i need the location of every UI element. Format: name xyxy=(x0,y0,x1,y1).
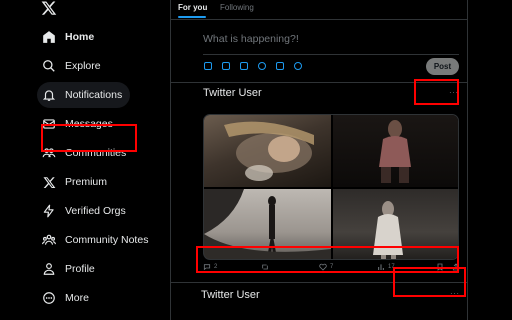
app: Home Explore Notifications Messages Comm xyxy=(0,0,512,320)
highlight-box xyxy=(414,79,459,105)
media-image-1[interactable] xyxy=(204,115,331,187)
x-logo-icon xyxy=(42,175,56,189)
sidebar-item-community-notes[interactable]: Community Notes xyxy=(37,227,156,253)
tweet-username[interactable]: Twitter User xyxy=(201,289,260,301)
emoji-icon[interactable] xyxy=(258,62,266,70)
location-icon[interactable] xyxy=(294,62,302,70)
sidebar-item-label: Community Notes xyxy=(65,234,149,246)
active-tab-indicator xyxy=(178,16,206,18)
sidebar-item-premium[interactable]: Premium xyxy=(37,169,115,195)
tweet-username[interactable]: Twitter User xyxy=(203,87,262,99)
media-image-2[interactable] xyxy=(333,115,458,187)
search-icon xyxy=(42,59,56,73)
column-border-right xyxy=(467,0,468,320)
tab-for-you[interactable]: For you xyxy=(178,3,207,12)
timeline-tabs xyxy=(170,0,468,20)
sidebar-item-label: Premium xyxy=(65,176,108,188)
sidebar-item-home[interactable]: Home xyxy=(37,24,102,50)
sidebar-item-label: Verified Orgs xyxy=(65,205,126,217)
bell-icon xyxy=(42,88,56,102)
more-circle-icon xyxy=(42,291,56,305)
sidebar-item-label: Explore xyxy=(65,60,101,72)
home-icon xyxy=(42,30,56,44)
gif-icon[interactable] xyxy=(222,62,230,70)
composer-divider xyxy=(203,54,459,55)
sidebar-item-explore[interactable]: Explore xyxy=(37,53,109,79)
sidebar-item-notifications[interactable]: Notifications xyxy=(37,82,131,108)
tweet-media-grid[interactable] xyxy=(203,114,459,260)
sidebar-item-more[interactable]: More xyxy=(37,285,97,311)
x-logo-icon[interactable] xyxy=(41,0,57,16)
sidebar: Home Explore Notifications Messages Comm xyxy=(0,0,170,320)
highlight-box xyxy=(41,124,137,152)
sidebar-item-label: Notifications xyxy=(65,89,123,101)
sidebar-item-verified-orgs[interactable]: Verified Orgs xyxy=(37,198,134,224)
community-notes-icon xyxy=(42,233,56,247)
sidebar-item-label: More xyxy=(65,292,89,304)
image-icon[interactable] xyxy=(204,62,212,70)
sidebar-item-label: Profile xyxy=(65,263,95,275)
post-button[interactable]: Post xyxy=(426,58,459,75)
person-icon xyxy=(42,262,56,276)
sidebar-item-label: Home xyxy=(65,31,95,43)
tab-following[interactable]: Following xyxy=(220,3,254,12)
sidebar-item-profile[interactable]: Profile xyxy=(37,256,103,282)
schedule-icon[interactable] xyxy=(276,62,284,70)
poll-icon[interactable] xyxy=(240,62,248,70)
highlight-box xyxy=(393,267,466,297)
lightning-icon xyxy=(42,204,56,218)
column-border-left xyxy=(170,0,171,320)
compose-input[interactable]: What is happening?! xyxy=(203,33,299,45)
